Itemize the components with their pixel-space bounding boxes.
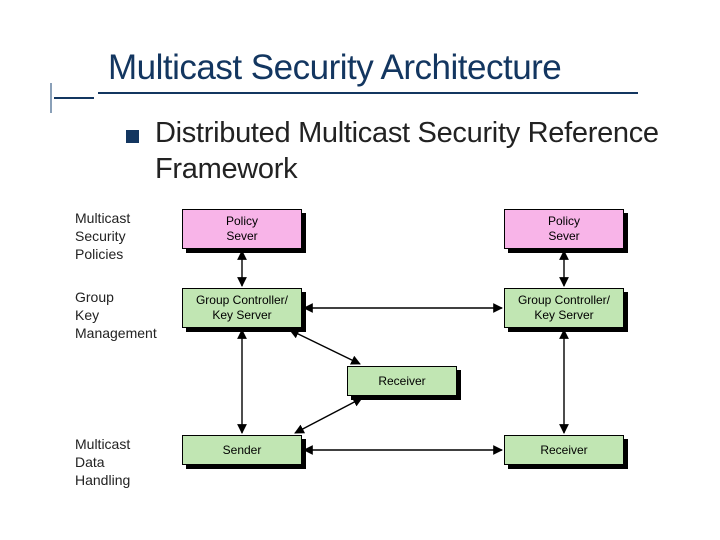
subtitle: Distributed Multicast Security Reference… [155, 115, 715, 188]
row-label-datahandling: Multicast Data Handling [75, 435, 130, 490]
row-label-keymgmt: Group Key Management [75, 288, 157, 343]
title-accent-vertical [50, 83, 52, 113]
box-policy-server-right: Policy Sever [504, 209, 624, 249]
box-receiver-right: Receiver [504, 435, 624, 465]
title-underline-main [98, 92, 638, 94]
box-receiver-middle: Receiver [347, 366, 457, 396]
title-underline-secondary [54, 97, 94, 99]
box-sender: Sender [182, 435, 302, 465]
box-policy-server-left: Policy Sever [182, 209, 302, 249]
row-label-policies: Multicast Security Policies [75, 209, 130, 264]
box-group-controller-right: Group Controller/ Key Server [504, 288, 624, 328]
bullet-icon [126, 130, 139, 143]
page-title: Multicast Security Architecture [108, 48, 561, 88]
box-group-controller-left: Group Controller/ Key Server [182, 288, 302, 328]
